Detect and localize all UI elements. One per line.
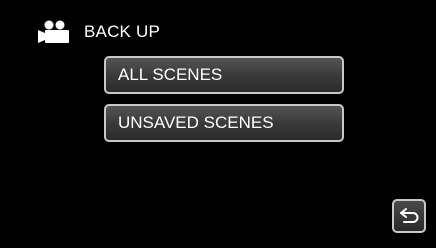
video-camera-icon bbox=[38, 20, 69, 43]
unsaved-scenes-label: UNSAVED SCENES bbox=[118, 113, 274, 132]
camera-menu-screen: BACK UP ALL SCENES UNSAVED SCENES bbox=[4, 4, 432, 244]
all-scenes-button[interactable]: ALL SCENES bbox=[104, 56, 344, 94]
back-button[interactable] bbox=[392, 199, 426, 233]
return-arrow-icon bbox=[400, 208, 419, 223]
unsaved-scenes-button[interactable]: UNSAVED SCENES bbox=[104, 104, 344, 142]
menu-header: BACK UP bbox=[36, 18, 160, 46]
all-scenes-label: ALL SCENES bbox=[118, 65, 223, 84]
page-title: BACK UP bbox=[84, 22, 161, 41]
